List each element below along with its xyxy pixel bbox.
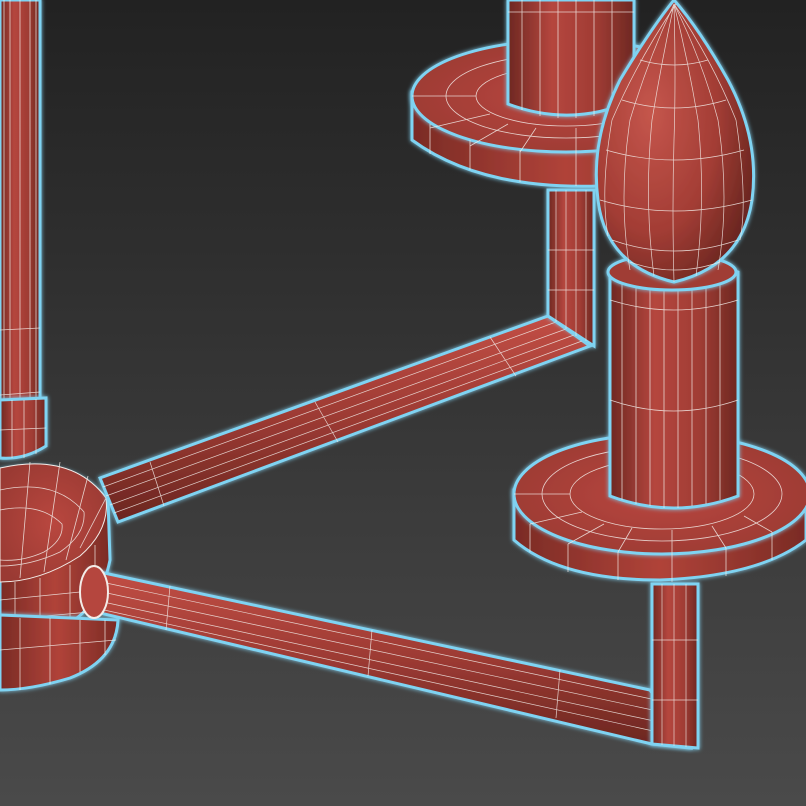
chandelier-wireframe-scene: [0, 0, 806, 806]
3d-viewport[interactable]: [0, 0, 806, 806]
